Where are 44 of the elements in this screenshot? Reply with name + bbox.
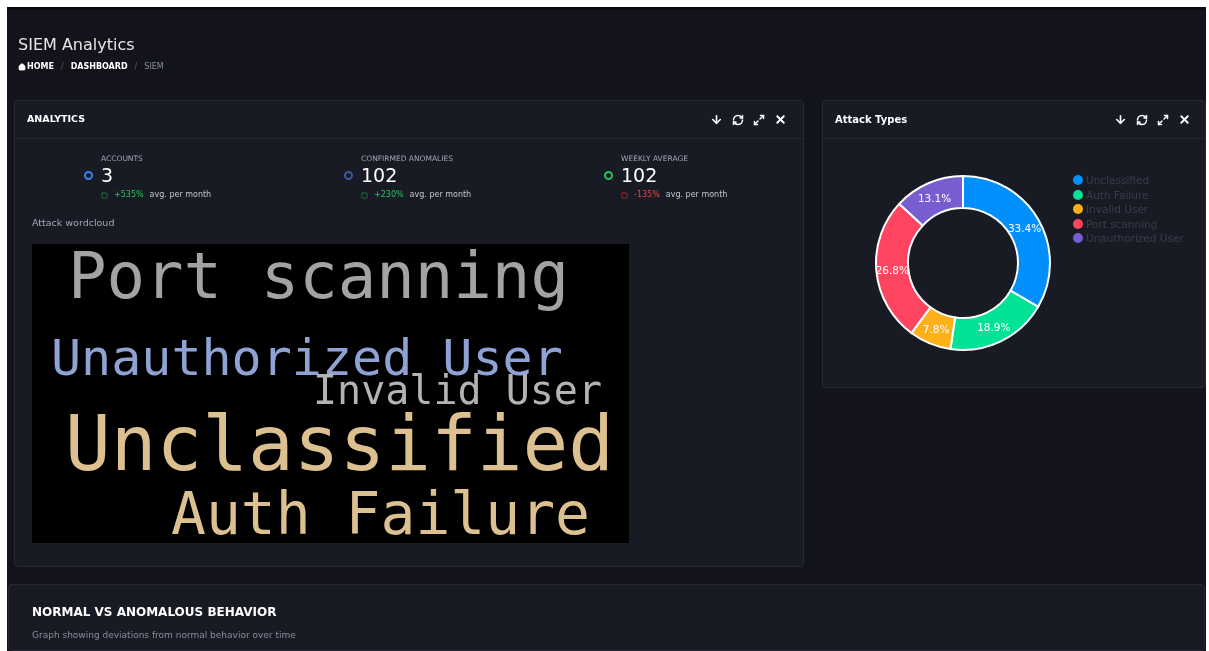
data-label: 33.4% [1007,221,1042,234]
expand-button[interactable] [753,113,765,126]
section-subtitle: Graph showing deviations from normal behavior over time [32,629,297,642]
data-label: 7.8% [922,322,950,335]
breadcrumb-separator: / [134,61,138,73]
cloud-word: Auth Failure [171,484,591,543]
stat-change: +230% [374,189,404,202]
section-title: NORMAL VS ANOMALOUS BEHAVIOR [32,604,278,621]
stat-note: avg. per month [665,189,728,202]
breadcrumb-link[interactable]: SIEM [144,61,164,73]
stat-value: 102 [621,166,658,186]
expand-button[interactable] [1157,113,1169,126]
stat-note: avg. per month [409,189,472,202]
stat-note: avg. per month [149,189,212,202]
download-button[interactable] [710,113,723,126]
stat-value: 102 [361,166,398,186]
expand-icon [753,113,765,126]
stat-value: 3 [101,166,114,186]
breadcrumb-link[interactable]: HOME [27,61,54,73]
breadcrumb-separator: / [60,61,64,73]
breadcrumb-link[interactable]: DASHBOARD [70,61,128,73]
close-icon [1178,113,1191,126]
refresh-button[interactable] [732,113,744,126]
arrow-down-icon [1114,113,1127,126]
card-title: ANALYTICS [27,112,86,127]
page-title: SIEM Analytics [18,37,136,53]
data-label: 18.9% [977,320,1011,333]
expand-icon [1157,113,1169,126]
arrow-down-icon [710,113,723,126]
section-label: Attack wordcloud [32,216,116,231]
home-icon [18,63,26,71]
close-icon [774,113,787,126]
data-label: 13.1% [917,191,952,204]
stat-change: +535% [114,189,144,202]
download-button[interactable] [1114,113,1127,126]
cloud-word: Unclassified [65,405,615,482]
card-title: Attack Types [835,113,908,127]
refresh-button[interactable] [1136,113,1148,126]
data-label: 26.8% [875,263,909,276]
close-button[interactable] [774,113,787,126]
refresh-icon [732,113,744,126]
stat-change: -135% [634,189,660,202]
close-button[interactable] [1178,113,1191,126]
refresh-icon [1136,113,1148,126]
